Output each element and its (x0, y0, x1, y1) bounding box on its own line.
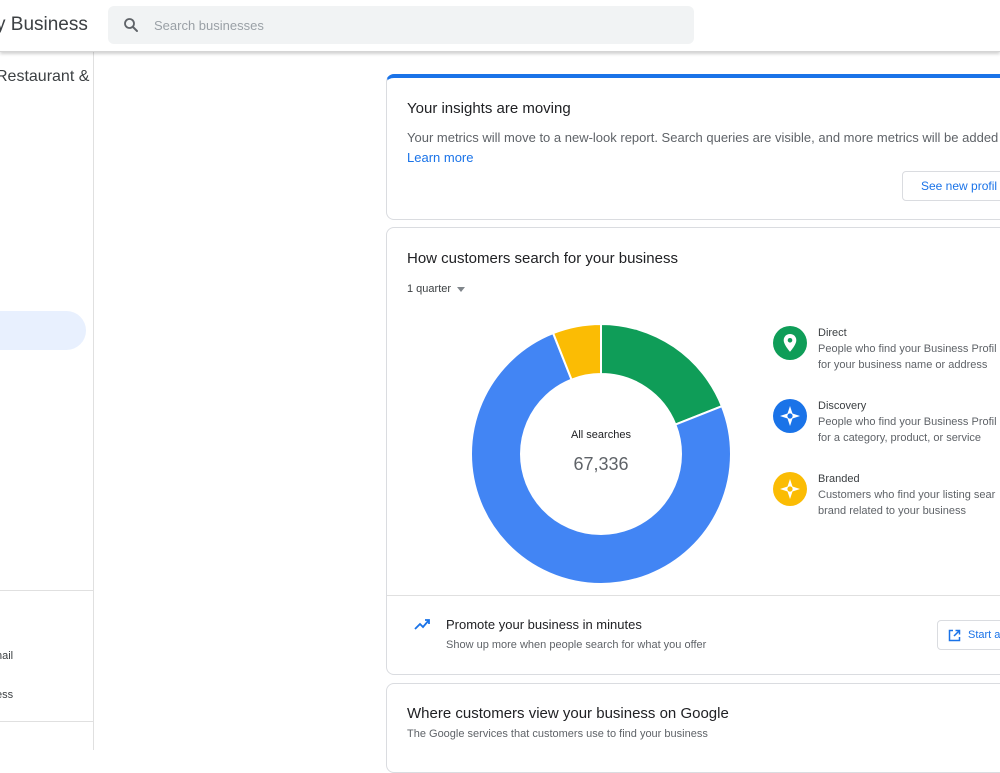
branded-icon (773, 472, 807, 506)
search-box[interactable] (108, 6, 694, 44)
discovery-icon (773, 399, 807, 433)
promo-title: Promote your business in minutes (446, 617, 642, 632)
card-body-text: Your metrics will move to a new-look rep… (407, 130, 1000, 145)
top-bar: y Business (0, 0, 1000, 52)
search-icon[interactable] (122, 16, 140, 34)
start-ad-label: Start a (968, 629, 1000, 641)
app-title: y Business (0, 14, 88, 36)
start-ad-button[interactable]: Start a (937, 620, 1000, 650)
app-title-text: Business (10, 14, 88, 35)
legend-name: Discovery (818, 400, 867, 412)
branded-glyph (780, 479, 800, 499)
sidebar-divider (0, 721, 93, 722)
see-new-profile-button[interactable]: See new profil (902, 171, 1000, 201)
sidebar-link[interactable]: nail (0, 650, 13, 662)
donut-total-value: 67,336 (573, 454, 629, 474)
learn-more-link[interactable]: Learn more (407, 150, 473, 165)
legend-description: brand related to your business (818, 505, 966, 517)
period-value: 1 quarter (407, 283, 452, 295)
open-external-icon (948, 629, 961, 642)
legend-name: Direct (818, 327, 847, 339)
legend-description: People who find your Business Profil (818, 343, 997, 355)
discovery-glyph (780, 406, 800, 426)
sidebar-divider (0, 590, 93, 591)
app-title-prefix: y (0, 14, 6, 35)
legend-description: for a category, product, or service (818, 432, 982, 444)
legend-name: Branded (818, 473, 860, 485)
pin-icon (773, 326, 807, 360)
card-title: How customers search for your business (407, 250, 678, 267)
business-name: Restaurant & (0, 68, 90, 85)
card-title: Where customers view your business on Go… (407, 705, 729, 722)
card-divider (387, 595, 1000, 596)
pin-glyph (783, 334, 797, 352)
trending-up-icon (414, 619, 430, 630)
insights-notice-card: Your insights are moving Your metrics wi… (386, 74, 1000, 220)
views-platform-card: Where customers view your business on Go… (386, 683, 1000, 773)
promo-subtitle: Show up more when people search for what… (446, 639, 707, 651)
donut-segment-direct[interactable] (600, 324, 724, 426)
search-input[interactable] (154, 6, 674, 44)
sidebar-link[interactable]: ess (0, 689, 13, 701)
legend-description: Customers who find your listing sear (818, 489, 996, 501)
search-breakdown-card: How customers search for your business 1… (386, 227, 1000, 675)
period-dropdown[interactable]: 1 quarter (407, 283, 466, 295)
card-subtitle: The Google services that customers use t… (407, 728, 708, 740)
donut-center-label: All searches (571, 429, 631, 441)
sidebar-item-active[interactable] (0, 311, 86, 350)
card-title: Your insights are moving (407, 100, 571, 117)
sidebar: Restaurant & nail ess (0, 52, 94, 750)
legend-description: People who find your Business Profil (818, 416, 997, 428)
caret-down-icon (457, 286, 466, 292)
legend-description: for your business name or address (818, 359, 988, 371)
